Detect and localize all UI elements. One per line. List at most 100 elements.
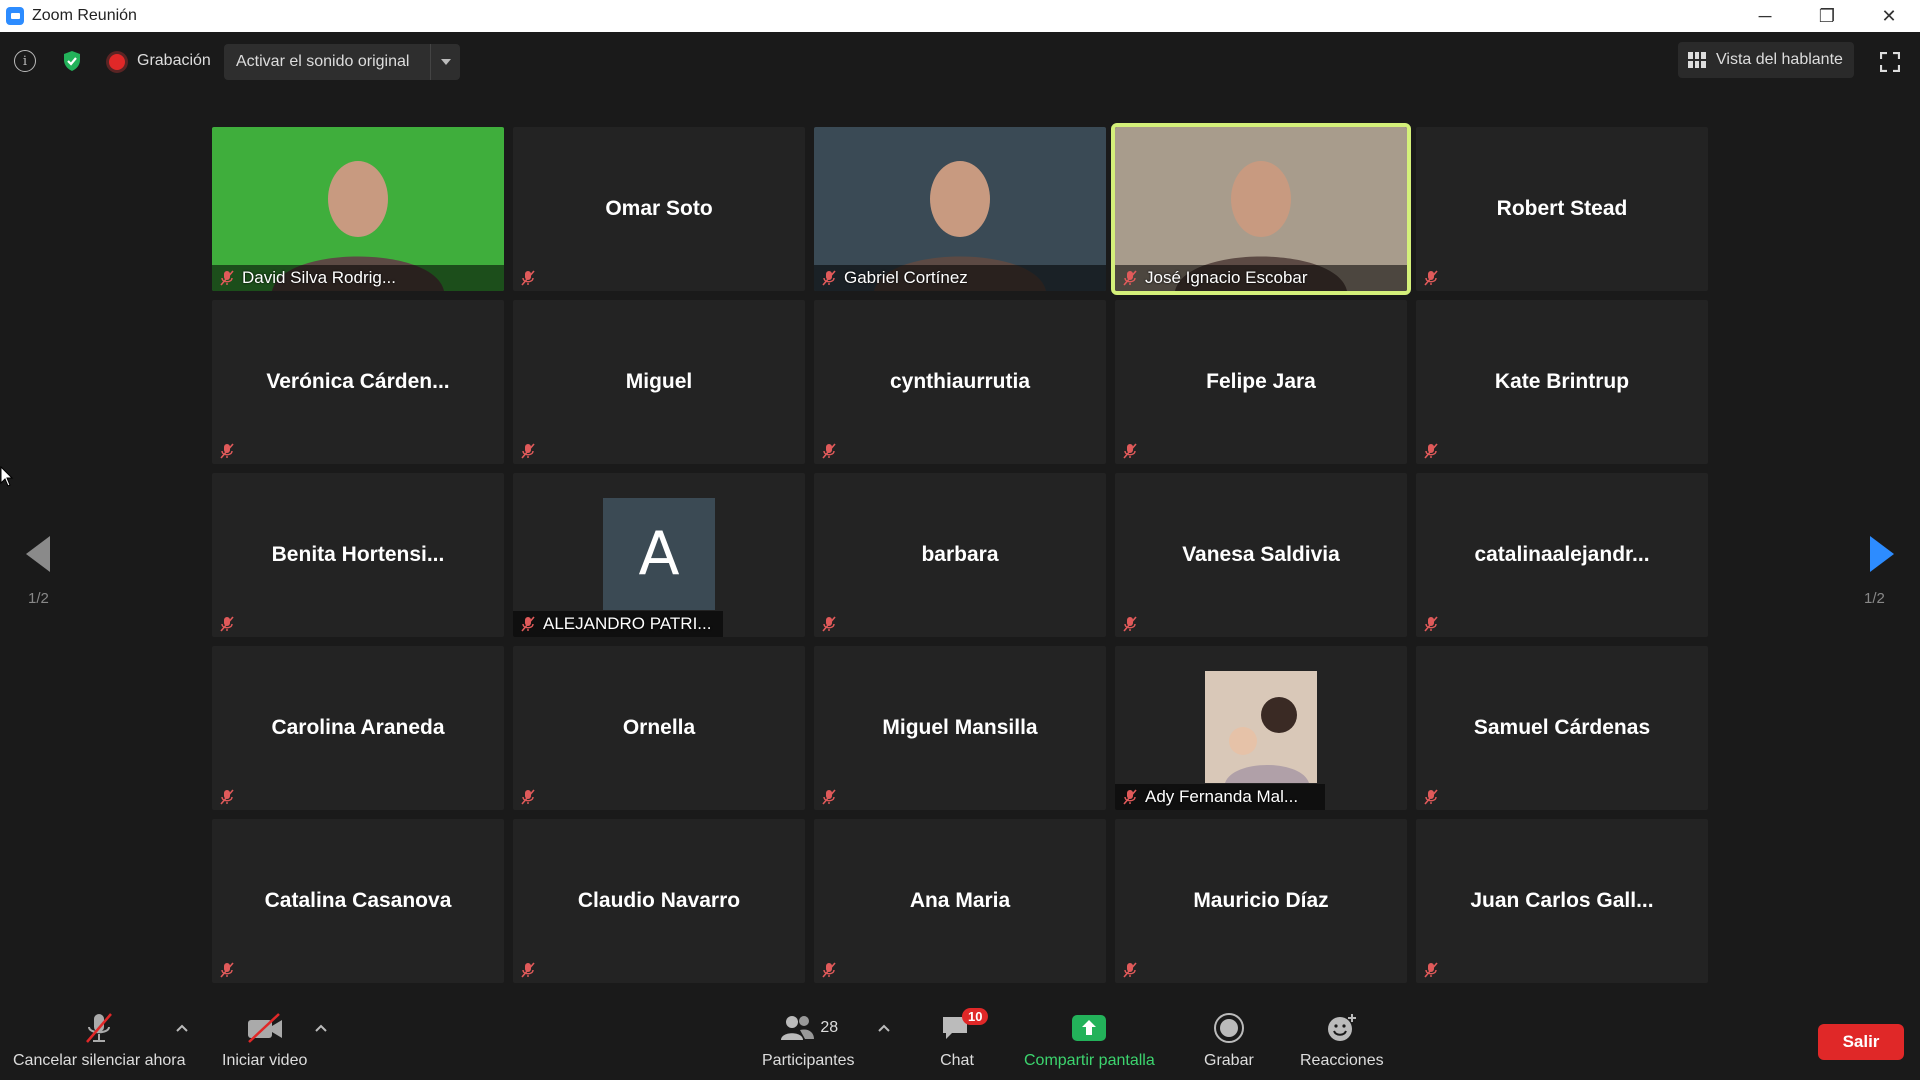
speaker-view-button[interactable]: Vista del hablante bbox=[1678, 42, 1854, 78]
participant-tile[interactable]: cynthiaurrutia bbox=[814, 300, 1106, 464]
microphone-muted-icon bbox=[1123, 789, 1137, 805]
recording-label: Grabación bbox=[137, 52, 211, 69]
participant-tile[interactable]: Benita Hortensi... bbox=[212, 473, 504, 637]
participant-tile[interactable]: Carolina Araneda bbox=[212, 646, 504, 810]
participant-tile[interactable]: Kate Brintrup bbox=[1416, 300, 1708, 464]
participant-avatar-photo bbox=[1205, 671, 1317, 783]
reactions-smiley-icon bbox=[1327, 1014, 1356, 1041]
participant-tile[interactable]: Ady Fernanda Mal... bbox=[1115, 646, 1407, 810]
participant-name: Omar Soto bbox=[605, 197, 713, 220]
participant-tile[interactable]: Gabriel Cortínez bbox=[814, 127, 1106, 291]
participant-tile[interactable]: Ana Maria bbox=[814, 819, 1106, 983]
participant-tile[interactable]: barbara bbox=[814, 473, 1106, 637]
microphone-muted-icon bbox=[521, 443, 535, 459]
reactions-label: Reacciones bbox=[1300, 1052, 1384, 1069]
record-icon bbox=[1213, 1013, 1244, 1043]
audio-options-caret-icon[interactable] bbox=[175, 1022, 189, 1034]
participant-tile[interactable]: A ALEJANDRO PATRI... bbox=[513, 473, 805, 637]
fullscreen-icon[interactable] bbox=[1880, 52, 1900, 72]
leave-meeting-button[interactable]: Salir bbox=[1818, 1024, 1904, 1060]
participant-tile[interactable]: Omar Soto bbox=[513, 127, 805, 291]
participant-name: Ornella bbox=[622, 716, 696, 739]
restore-button[interactable]: ❐ bbox=[1796, 0, 1858, 32]
shield-check-icon[interactable] bbox=[60, 49, 84, 73]
reactions-button[interactable]: Reacciones bbox=[1300, 1010, 1384, 1070]
participant-name: David Silva Rodrig... bbox=[242, 268, 397, 287]
participant-tile[interactable]: Miguel bbox=[513, 300, 805, 464]
participant-name: Verónica Cárden... bbox=[266, 370, 450, 393]
participant-tile[interactable]: Ornella bbox=[513, 646, 805, 810]
microphone-muted-icon bbox=[220, 789, 234, 805]
microphone-muted-icon bbox=[521, 789, 535, 805]
meeting-topbar: i Grabación Activar el sonido original V… bbox=[0, 32, 1920, 90]
microphone-muted-icon bbox=[822, 270, 836, 286]
participant-name: Mauricio Díaz bbox=[1193, 889, 1329, 912]
participants-count: 28 bbox=[820, 1019, 839, 1036]
microphone-muted-icon bbox=[86, 1013, 113, 1043]
participant-name: Robert Stead bbox=[1496, 197, 1628, 220]
microphone-muted-icon bbox=[1123, 616, 1137, 632]
participant-tile[interactable]: Catalina Casanova bbox=[212, 819, 504, 983]
chevron-down-icon[interactable] bbox=[430, 44, 460, 80]
participant-tile[interactable]: Mauricio Díaz bbox=[1115, 819, 1407, 983]
info-icon[interactable]: i bbox=[14, 50, 36, 72]
chat-unread-badge: 10 bbox=[962, 1008, 989, 1025]
record-button[interactable]: Grabar bbox=[1204, 1010, 1254, 1070]
chat-button[interactable]: 10 Chat bbox=[940, 1008, 989, 1070]
participant-tile[interactable]: Claudio Navarro bbox=[513, 819, 805, 983]
participant-tile[interactable]: Juan Carlos Gall... bbox=[1416, 819, 1708, 983]
window-controls: ─ ❐ ✕ bbox=[1734, 0, 1920, 32]
previous-page-arrow-icon[interactable] bbox=[24, 534, 54, 574]
participant-tile[interactable]: Felipe Jara bbox=[1115, 300, 1407, 464]
original-sound-label: Activar el sonido original bbox=[236, 53, 410, 70]
participants-icon bbox=[781, 1016, 815, 1040]
participant-name: Catalina Casanova bbox=[264, 889, 452, 912]
microphone-muted-icon bbox=[822, 962, 836, 978]
microphone-muted-icon bbox=[822, 616, 836, 632]
next-page-arrow-icon[interactable] bbox=[1866, 534, 1896, 574]
share-screen-button[interactable]: Compartir pantalla bbox=[1024, 1010, 1155, 1070]
participant-grid: David Silva Rodrig... Omar Soto Gabriel Co… bbox=[212, 123, 1710, 983]
speaker-view-label: Vista del hablante bbox=[1716, 51, 1843, 68]
microphone-muted-icon bbox=[1123, 270, 1137, 286]
microphone-muted-icon bbox=[1424, 616, 1438, 632]
unmute-button[interactable]: Cancelar silenciar ahora bbox=[13, 1010, 186, 1070]
participant-tile[interactable]: José Ignacio Escobar bbox=[1111, 123, 1411, 295]
participant-tile[interactable]: Vanesa Saldivia bbox=[1115, 473, 1407, 637]
participant-name: Ana Maria bbox=[909, 889, 1011, 912]
microphone-muted-icon bbox=[1424, 962, 1438, 978]
meeting-toolbar: Cancelar silenciar ahora Iniciar video 2… bbox=[0, 1000, 1920, 1080]
window-title: Zoom Reunión bbox=[32, 7, 137, 24]
close-button[interactable]: ✕ bbox=[1858, 0, 1920, 32]
participant-tile[interactable]: David Silva Rodrig... bbox=[212, 127, 504, 291]
participant-tile[interactable]: Miguel Mansilla bbox=[814, 646, 1106, 810]
participant-name: Juan Carlos Gall... bbox=[1470, 889, 1654, 912]
participant-name: Claudio Navarro bbox=[577, 889, 741, 912]
microphone-muted-icon bbox=[220, 616, 234, 632]
microphone-muted-icon bbox=[521, 962, 535, 978]
video-options-caret-icon[interactable] bbox=[314, 1022, 328, 1034]
microphone-muted-icon bbox=[1424, 443, 1438, 459]
participant-name: barbara bbox=[921, 543, 999, 566]
participant-tile[interactable]: Robert Stead bbox=[1416, 127, 1708, 291]
participant-name: Samuel Cárdenas bbox=[1473, 716, 1651, 739]
participant-name: cynthiaurrutia bbox=[889, 370, 1031, 393]
start-video-button[interactable]: Iniciar video bbox=[222, 1010, 307, 1070]
participant-name: Gabriel Cortínez bbox=[844, 268, 968, 287]
participants-button[interactable]: 28 Participantes bbox=[762, 1010, 855, 1070]
recording-dot-icon bbox=[109, 54, 125, 70]
participant-tile[interactable]: Samuel Cárdenas bbox=[1416, 646, 1708, 810]
microphone-muted-icon bbox=[822, 443, 836, 459]
participants-options-caret-icon[interactable] bbox=[877, 1022, 891, 1034]
participant-tile[interactable]: Verónica Cárden... bbox=[212, 300, 504, 464]
participant-name: ALEJANDRO PATRI... bbox=[543, 614, 712, 633]
minimize-button[interactable]: ─ bbox=[1734, 0, 1796, 32]
original-sound-button[interactable]: Activar el sonido original bbox=[224, 44, 460, 80]
window-titlebar: Zoom Reunión ─ ❐ ✕ bbox=[0, 0, 1920, 32]
participant-avatar: A bbox=[603, 498, 715, 610]
page-indicator-left: 1/2 bbox=[28, 590, 49, 607]
microphone-muted-icon bbox=[1424, 789, 1438, 805]
start-video-label: Iniciar video bbox=[222, 1052, 308, 1069]
grid-view-icon bbox=[1688, 52, 1706, 68]
participant-tile[interactable]: catalinaalejandr... bbox=[1416, 473, 1708, 637]
